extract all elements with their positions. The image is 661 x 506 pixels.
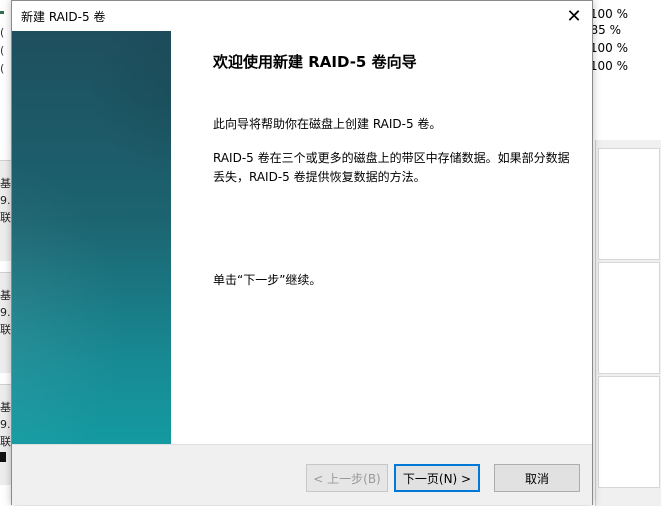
- wizard-intro-text: 此向导将帮助你在磁盘上创建 RAID-5 卷。: [213, 117, 442, 131]
- wizard-content: 欢迎使用新建 RAID-5 卷向导 此向导将帮助你在磁盘上创建 RAID-5 卷…: [171, 31, 592, 444]
- disk-type-label: 基: [0, 177, 11, 190]
- disk-row-fragment: (: [0, 62, 5, 75]
- legend-swatch: [0, 452, 6, 462]
- dialog-button-bar: < 上一步(B) 下一页(N) > 取消: [12, 444, 592, 505]
- raid5-wizard-dialog: 新建 RAID-5 卷 ✕ 欢迎使用新建 RAID-5 卷向导 此向导将帮助你在…: [11, 0, 593, 505]
- next-button[interactable]: 下一页(N) >: [394, 464, 480, 492]
- volume-free-percent: 100 %: [589, 59, 628, 73]
- partition-box[interactable]: [598, 148, 660, 260]
- disk-status-label: 联: [0, 435, 11, 448]
- disk-row-fragment: (: [0, 26, 5, 39]
- back-button[interactable]: < 上一步(B): [306, 464, 388, 492]
- wizard-description-text: RAID-5 卷在三个或更多的磁盘上的带区中存储数据。如果部分数据丢失，RAID…: [213, 151, 570, 184]
- volume-free-percent: 85 %: [590, 23, 622, 37]
- volume-free-percent: 100 %: [589, 41, 628, 55]
- close-button[interactable]: ✕: [556, 1, 592, 31]
- disk-row-fragment: (: [0, 44, 5, 57]
- dialog-title: 新建 RAID-5 卷: [21, 10, 106, 24]
- wizard-heading: 欢迎使用新建 RAID-5 卷向导: [213, 53, 417, 71]
- volume-free-percent: 100 %: [589, 7, 628, 21]
- disk-status-icon: [0, 11, 4, 14]
- wizard-banner-image: [12, 31, 171, 444]
- disk-type-label: 基: [0, 401, 11, 414]
- wizard-continue-hint: 单击“下一步”继续。: [213, 273, 322, 287]
- cancel-button[interactable]: 取消: [494, 464, 580, 492]
- close-icon: ✕: [566, 5, 582, 27]
- disk-type-label: 基: [0, 289, 11, 302]
- disk-status-label: 联: [0, 211, 11, 224]
- dialog-titlebar[interactable]: 新建 RAID-5 卷 ✕: [12, 1, 592, 31]
- partition-box[interactable]: [598, 262, 660, 374]
- disk-status-label: 联: [0, 323, 11, 336]
- partition-box[interactable]: [598, 376, 660, 488]
